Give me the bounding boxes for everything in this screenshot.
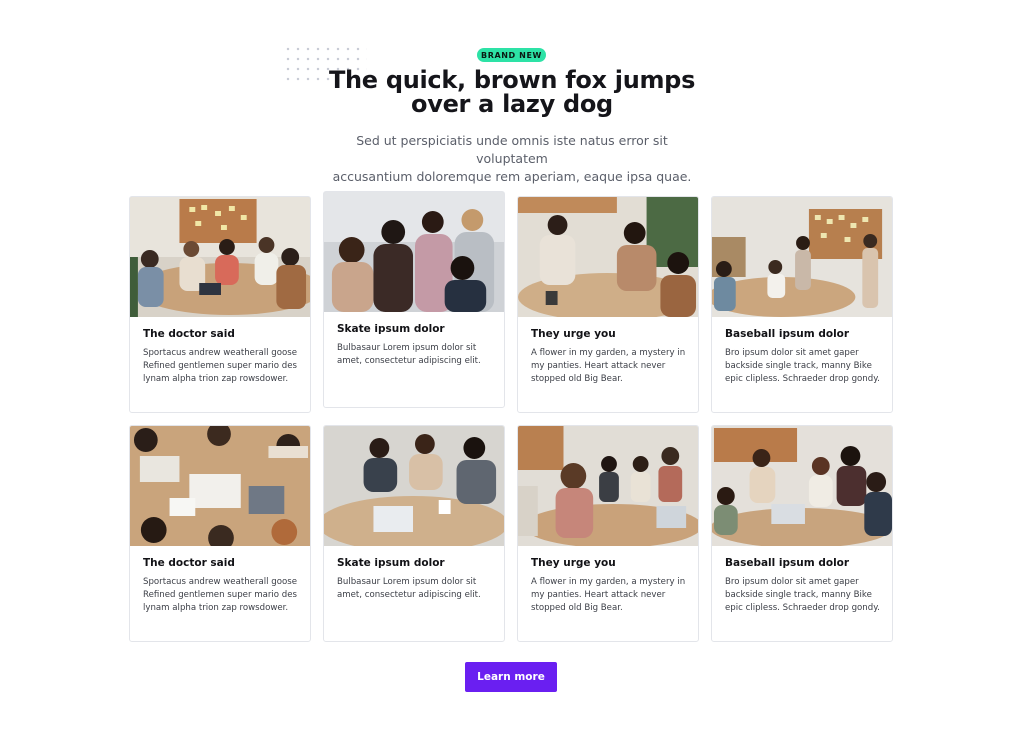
features-section: BRAND NEW The quick, brown fox jumps ove… — [0, 0, 1024, 738]
section-title: The quick, brown fox jumps over a lazy d… — [312, 68, 712, 116]
card-body: Skate ipsum dolor Bulbasaur Lorem ipsum … — [324, 312, 504, 368]
feature-card[interactable]: They urge you A flower in my garden, a m… — [517, 425, 699, 642]
card-text: Sportacus andrew weatherall goose Refine… — [143, 348, 298, 385]
card-text: A flower in my garden, a mystery in my p… — [531, 577, 686, 614]
handshake-photo — [518, 197, 698, 317]
card-text: Bulbasaur Lorem ipsum dolor sit amet, co… — [337, 343, 481, 367]
card-title: Skate ipsum dolor — [337, 557, 445, 569]
card-title: They urge you — [531, 557, 616, 569]
laptop-meeting-photo — [324, 426, 504, 546]
overhead-desk-photo — [130, 426, 310, 546]
card-body: Baseball ipsum dolor Bro ipsum dolor sit… — [712, 546, 892, 616]
card-text: Bro ipsum dolor sit amet gaper backside … — [725, 577, 880, 614]
brand-new-badge: BRAND NEW — [477, 48, 546, 62]
group-table-photo — [518, 426, 698, 546]
card-body: The doctor said Sportacus andrew weather… — [130, 546, 310, 616]
feature-card[interactable]: The doctor said Sportacus andrew weather… — [129, 425, 311, 642]
team-photo — [324, 192, 504, 312]
presentation-photo — [712, 197, 892, 317]
meeting-photo — [130, 197, 310, 317]
feature-card[interactable]: The doctor said Sportacus andrew weather… — [129, 196, 311, 413]
card-title: Skate ipsum dolor — [337, 323, 445, 335]
card-body: They urge you A flower in my garden, a m… — [518, 317, 698, 387]
feature-card[interactable]: Skate ipsum dolor Bulbasaur Lorem ipsum … — [323, 425, 505, 642]
subtitle-line-1: Sed ut perspiciatis unde omnis iste natu… — [356, 133, 668, 166]
card-body: They urge you A flower in my garden, a m… — [518, 546, 698, 616]
card-text: A flower in my garden, a mystery in my p… — [531, 348, 686, 385]
learn-more-button[interactable]: Learn more — [465, 662, 557, 692]
card-body: Skate ipsum dolor Bulbasaur Lorem ipsum … — [324, 546, 504, 602]
feature-card[interactable]: Baseball ipsum dolor Bro ipsum dolor sit… — [711, 196, 893, 413]
card-title: Baseball ipsum dolor — [725, 557, 850, 569]
feature-card[interactable]: They urge you A flower in my garden, a m… — [517, 196, 699, 413]
card-title: Baseball ipsum dolor — [725, 328, 850, 340]
subtitle-line-2: accusantium doloremque rem aperiam, eaqu… — [332, 169, 692, 184]
section-subtitle: Sed ut perspiciatis unde omnis iste natu… — [322, 132, 702, 186]
card-title: The doctor said — [143, 557, 235, 569]
card-body: The doctor said Sportacus andrew weather… — [130, 317, 310, 387]
card-text: Bulbasaur Lorem ipsum dolor sit amet, co… — [337, 577, 481, 601]
card-text: Bro ipsum dolor sit amet gaper backside … — [725, 348, 880, 385]
card-body: Baseball ipsum dolor Bro ipsum dolor sit… — [712, 317, 892, 387]
collaboration-photo — [712, 426, 892, 546]
feature-card[interactable]: Baseball ipsum dolor Bro ipsum dolor sit… — [711, 425, 893, 642]
card-title: They urge you — [531, 328, 616, 340]
card-title: The doctor said — [143, 328, 235, 340]
feature-card[interactable]: Skate ipsum dolor Bulbasaur Lorem ipsum … — [323, 191, 505, 408]
title-line-2: over a lazy dog — [411, 90, 613, 118]
card-text: Sportacus andrew weatherall goose Refine… — [143, 577, 298, 614]
